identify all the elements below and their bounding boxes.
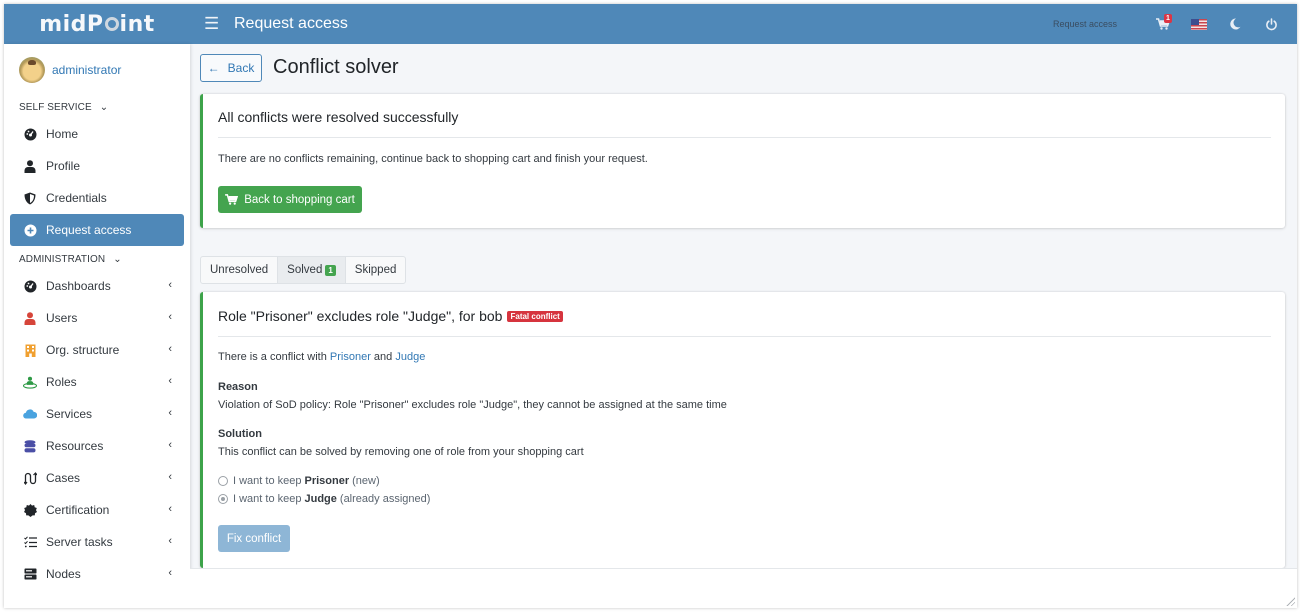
solution-label: Solution (218, 428, 262, 440)
chevron-left-icon: ‹ (168, 407, 172, 419)
conflict-tabs: Unresolved Solved 1 Skipped (200, 256, 407, 284)
reason-text: Violation of SoD policy: Role "Prisoner"… (218, 399, 727, 411)
midpoint-logo[interactable]: mid Pint (4, 4, 190, 44)
divider (218, 137, 1271, 138)
building-icon (23, 343, 37, 357)
sidebar-item-server-tasks[interactable]: Server tasks ‹ (10, 526, 184, 558)
user-icon (23, 159, 37, 173)
radio-keep-prisoner[interactable] (218, 476, 228, 486)
cases-icon (23, 471, 37, 485)
avatar (19, 57, 45, 83)
role-link-prisoner[interactable]: Prisoner (330, 351, 371, 363)
chevron-left-icon: ‹ (168, 471, 172, 483)
chevron-left-icon: ‹ (168, 375, 172, 387)
conflict-intro: There is a conflict with Prisoner and Ju… (218, 351, 426, 363)
logout-button[interactable] (1253, 4, 1289, 44)
role-icon (23, 375, 37, 389)
chevron-left-icon: ‹ (168, 503, 172, 515)
sidebar-item-credentials[interactable]: Credentials (10, 182, 184, 214)
sidebar-item-cases[interactable]: Cases ‹ (10, 462, 184, 494)
sidebar: administrator SELF SERVICE ⌄ Home Profil… (4, 44, 190, 608)
fatal-conflict-badge: Fatal conflict (507, 311, 563, 322)
header-title: Request access (234, 15, 348, 32)
top-navbar: mid Pint ☰ Request access Request access … (4, 4, 1297, 44)
server-icon (23, 567, 37, 581)
success-card-text: There are no conflicts remaining, contin… (218, 153, 648, 165)
cart-count-badge: 1 (1164, 14, 1172, 23)
footer (190, 568, 1297, 608)
page-title: Conflict solver (273, 56, 399, 78)
chevron-left-icon: ‹ (168, 567, 172, 579)
chevron-left-icon: ‹ (168, 343, 172, 355)
divider (218, 336, 1271, 337)
conflict-title: Role "Prisoner" excludes role "Judge", f… (218, 308, 563, 324)
fix-conflict-button[interactable]: Fix conflict (218, 525, 290, 552)
option-keep-judge[interactable]: I want to keep Judge (already assigned) (218, 493, 430, 505)
tasks-list-icon (23, 535, 37, 549)
option-keep-prisoner[interactable]: I want to keep Prisoner (new) (218, 475, 380, 487)
tab-skipped[interactable]: Skipped (346, 257, 406, 283)
main-content: ← Back Conflict solver All conflicts wer… (190, 44, 1297, 608)
sidebar-item-request-access[interactable]: Request access (10, 214, 184, 246)
us-flag-icon (1191, 18, 1207, 30)
user-name[interactable]: administrator (52, 63, 121, 77)
back-to-shopping-cart-button[interactable]: Back to shopping cart (218, 186, 362, 213)
sidebar-item-users[interactable]: Users ‹ (10, 302, 184, 334)
sidebar-item-services[interactable]: Services ‹ (10, 398, 184, 430)
header-request-access-link[interactable]: Request access (1053, 19, 1117, 29)
user-panel[interactable]: administrator (4, 44, 190, 96)
tab-solved[interactable]: Solved 1 (278, 257, 346, 283)
sidebar-item-dashboards[interactable]: Dashboards ‹ (10, 270, 184, 302)
sidebar-item-org-structure[interactable]: Org. structure ‹ (10, 334, 184, 366)
dashboard-gauge-icon (23, 127, 37, 141)
language-button[interactable] (1181, 4, 1217, 44)
conflict-card: Role "Prisoner" excludes role "Judge", f… (200, 292, 1285, 568)
sidebar-item-home[interactable]: Home (10, 118, 184, 150)
cloud-icon (23, 407, 37, 421)
user-icon (23, 311, 37, 325)
solution-text: This conflict can be solved by removing … (218, 446, 584, 458)
power-icon (1265, 17, 1277, 30)
radio-keep-judge[interactable] (218, 494, 228, 504)
plus-circle-icon (23, 223, 37, 237)
sidebar-item-nodes[interactable]: Nodes ‹ (10, 558, 184, 590)
database-icon (23, 439, 37, 453)
chevron-left-icon: ‹ (168, 279, 172, 291)
hamburger-icon[interactable]: ☰ (204, 14, 224, 34)
reason-label: Reason (218, 381, 258, 393)
sidebar-item-resources[interactable]: Resources ‹ (10, 430, 184, 462)
chevron-left-icon: ‹ (168, 535, 172, 547)
success-card: All conflicts were resolved successfully… (200, 94, 1285, 228)
chevron-left-icon: ‹ (168, 311, 172, 323)
sidebar-item-profile[interactable]: Profile (10, 150, 184, 182)
sidebar-item-roles[interactable]: Roles ‹ (10, 366, 184, 398)
moon-icon (1230, 18, 1241, 30)
tab-unresolved[interactable]: Unresolved (201, 257, 279, 283)
section-self-service[interactable]: SELF SERVICE ⌄ (4, 96, 190, 118)
app-window: mid Pint ☰ Request access Request access … (4, 4, 1297, 608)
chevron-down-icon: ⌄ (99, 101, 109, 113)
success-card-title: All conflicts were resolved successfully (218, 109, 459, 125)
section-administration[interactable]: ADMINISTRATION ⌄ (4, 248, 190, 270)
cart-button[interactable]: 1 (1145, 4, 1181, 44)
solved-count-badge: 1 (325, 264, 336, 276)
back-button[interactable]: ← Back (200, 54, 262, 82)
chevron-left-icon: ‹ (168, 439, 172, 451)
dark-mode-toggle[interactable] (1217, 4, 1253, 44)
chevron-down-icon: ⌄ (113, 253, 122, 265)
role-link-judge[interactable]: Judge (395, 351, 425, 363)
cart-icon (225, 194, 239, 205)
shield-icon (23, 191, 37, 205)
dashboard-gauge-icon (23, 279, 37, 293)
sidebar-item-certification[interactable]: Certification ‹ (10, 494, 184, 526)
arrow-left-icon: ← (207, 61, 220, 75)
certificate-icon (23, 503, 37, 517)
